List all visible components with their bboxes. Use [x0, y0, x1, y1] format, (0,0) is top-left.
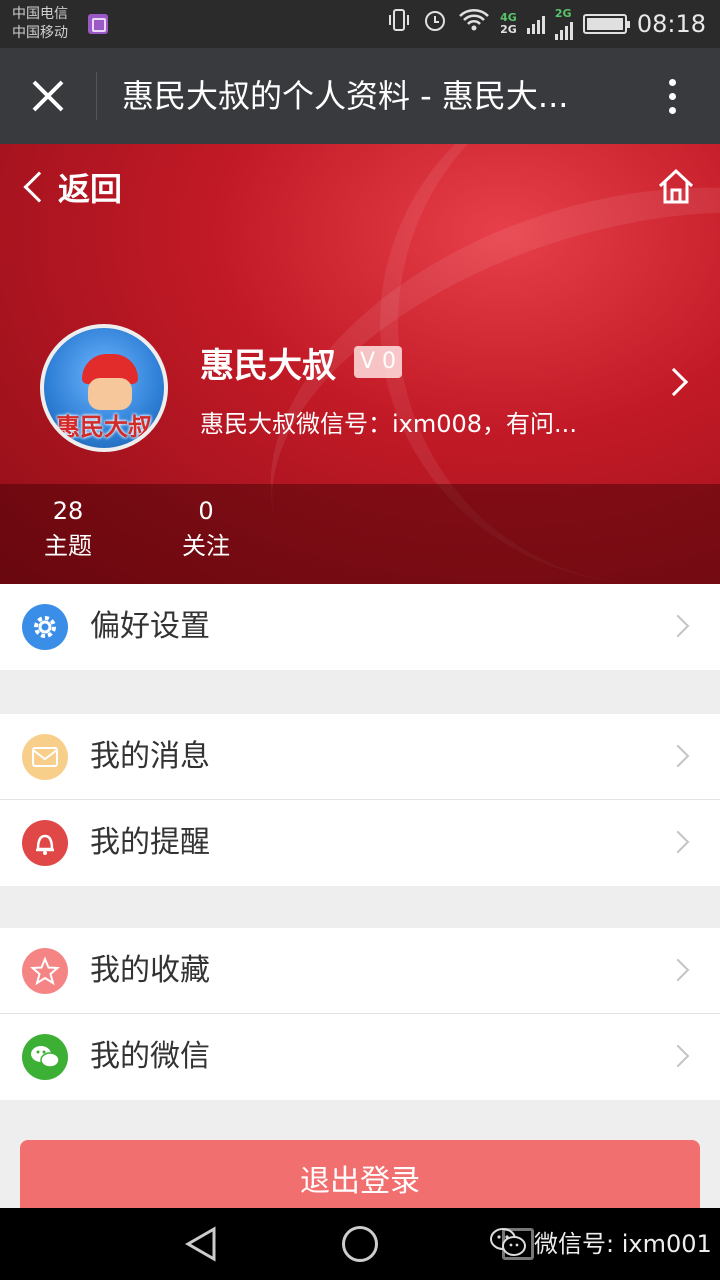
android-nav-bar: 微信号: ixm001	[0, 1208, 720, 1280]
more-dot	[668, 106, 676, 114]
chevron-right-icon	[666, 958, 690, 982]
carrier-labels: 中国电信 中国移动	[12, 5, 68, 43]
envelope-icon	[22, 734, 68, 780]
gallery-notification-icon	[88, 14, 108, 34]
carrier-1: 中国电信	[12, 6, 68, 22]
chevron-right-icon	[666, 614, 690, 638]
status-icons: 4G 2G 2G 08:18	[386, 8, 706, 40]
network-type-1: 4G 2G	[500, 12, 517, 36]
signal-1-icon	[526, 14, 545, 34]
star-icon	[22, 948, 68, 994]
menu-label-preferences: 偏好设置	[90, 609, 210, 644]
alarm-icon	[422, 7, 448, 41]
menu-item-favorites[interactable]: 我的收藏	[0, 928, 720, 1014]
wechat-icon	[490, 1227, 526, 1256]
network-type-2: 2G	[554, 7, 573, 40]
stat-topics-label: 主题	[44, 532, 92, 560]
menu-label-wechat: 我的微信	[90, 1039, 210, 1074]
status-bar: 中国电信 中国移动 4G 2G 2G 08:18	[0, 0, 720, 48]
avatar[interactable]: 惠民大叔	[40, 324, 168, 452]
network-bottom-label: 2G	[500, 23, 517, 36]
watermark: 微信号: ixm001	[488, 1224, 712, 1259]
gear-icon	[22, 604, 68, 650]
page-title: 惠民大叔的个人资料 - 惠民大...	[122, 77, 569, 115]
battery-icon	[582, 14, 630, 34]
stat-topics-value: 28	[52, 497, 84, 525]
close-icon	[32, 80, 64, 112]
profile-stats: 28 主题 0 关注	[0, 484, 720, 584]
more-menu-button[interactable]	[654, 74, 690, 118]
menu-item-messages[interactable]: 我的消息	[0, 714, 720, 800]
watermark-text: 微信号: ixm001	[534, 1230, 712, 1258]
menu-item-reminders[interactable]: 我的提醒	[0, 800, 720, 886]
chevron-right-icon	[666, 830, 690, 854]
carrier-2: 中国移动	[12, 25, 68, 41]
network-2-label: 2G	[554, 7, 572, 20]
back-button[interactable]: 返回	[20, 164, 122, 210]
title-bar: 惠民大叔的个人资料 - 惠民大...	[0, 48, 720, 144]
stat-following-label: 关注	[182, 532, 230, 560]
wechat-icon	[22, 1034, 68, 1080]
chevron-right-icon	[666, 1044, 690, 1068]
avatar-face	[88, 378, 132, 410]
bell-icon	[22, 820, 68, 866]
stat-topics[interactable]: 28 主题	[18, 496, 118, 566]
profile-name: 惠民大叔	[200, 346, 336, 386]
profile-description: 惠民大叔微信号：ixm008，有问...	[200, 410, 577, 438]
title-divider	[96, 72, 97, 120]
menu-item-wechat[interactable]: 我的微信	[0, 1014, 720, 1100]
vibrate-icon	[386, 7, 412, 41]
profile-header: 返回 惠民大叔 惠民大叔 V 0 惠民大叔微信号：ixm008，有问... 28…	[0, 144, 720, 584]
profile-chevron-right-icon[interactable]	[659, 367, 689, 397]
wifi-icon	[458, 7, 490, 41]
stat-following-value: 0	[198, 497, 214, 525]
nav-home-icon[interactable]	[342, 1226, 378, 1262]
menu-label-reminders: 我的提醒	[90, 825, 210, 860]
signal-2-icon	[554, 20, 573, 40]
menu-item-preferences[interactable]: 偏好设置	[0, 584, 720, 670]
menu-label-favorites: 我的收藏	[90, 953, 210, 988]
level-badge: V 0	[354, 346, 402, 378]
close-button[interactable]	[26, 76, 70, 116]
chevron-left-icon	[23, 171, 55, 203]
menu-label-messages: 我的消息	[90, 739, 210, 774]
clock: 08:18	[636, 10, 706, 38]
home-icon[interactable]	[656, 166, 696, 206]
nav-back-icon[interactable]	[184, 1226, 218, 1262]
chevron-right-icon	[666, 744, 690, 768]
more-dot	[668, 78, 676, 86]
stat-following[interactable]: 0 关注	[156, 496, 256, 566]
avatar-text: 惠民大叔	[56, 413, 152, 441]
more-dot	[668, 92, 676, 100]
back-label: 返回	[58, 170, 123, 208]
